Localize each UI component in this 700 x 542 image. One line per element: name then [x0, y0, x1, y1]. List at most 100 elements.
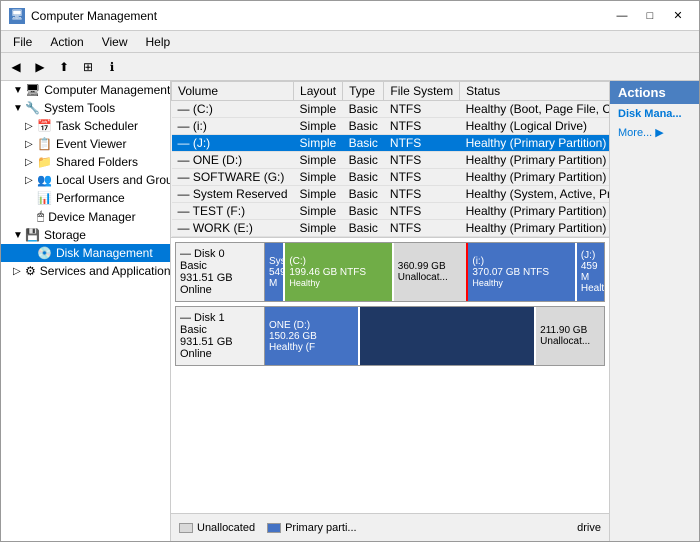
sidebar-item-storage[interactable]: ▼ 💾 Storage — [1, 226, 170, 244]
disk0-part-unalloc[interactable]: 360.99 GB Unallocat... — [394, 243, 469, 301]
actions-panel: Actions Disk Mana... More... ▶ — [609, 81, 699, 541]
disk0-part-i[interactable]: (i:) 370.07 GB NTFS Healthy — [468, 243, 576, 301]
col-type: Type — [343, 82, 384, 101]
disk0-status: Online — [180, 284, 260, 296]
disk-area: — Disk 0 Basic 931.51 GB Online Syster 5… — [171, 238, 609, 513]
actions-more-link[interactable]: More... ▶ — [610, 124, 699, 141]
table-row[interactable]: — WORK (E:) Simple Basic NTFS Healthy (P… — [172, 220, 610, 237]
sidebar-item-disk-management[interactable]: 💿 Disk Management — [1, 244, 170, 262]
cell-status: Healthy (Primary Partition) — [460, 152, 609, 169]
sidebar-label-shared: Shared Folders — [56, 155, 138, 169]
sidebar-label-event: Event Viewer — [56, 137, 126, 151]
expand-icon-task[interactable]: ▷ — [25, 121, 37, 132]
expand-icon-sys[interactable]: ▼ — [13, 103, 25, 114]
part-label-one: ONE (D:) — [269, 320, 354, 331]
expand-icon-svc[interactable]: ▷ — [13, 266, 25, 277]
sidebar-item-root[interactable]: ▼ 🖥 Computer Management (Local — [1, 81, 170, 99]
table-row[interactable]: — System Reserved Simple Basic NTFS Heal… — [172, 186, 610, 203]
part-size-j: 459 M — [581, 261, 600, 283]
legend-unalloc-box — [179, 523, 193, 533]
volume-table: Volume Layout Type File System Status — … — [171, 81, 609, 237]
table-row[interactable]: — (i:) Simple Basic NTFS Healthy (Logica… — [172, 118, 610, 135]
col-fs: File System — [384, 82, 460, 101]
cell-layout: Simple — [294, 220, 343, 237]
part-size-c: 199.46 GB NTFS — [289, 267, 387, 278]
sidebar-item-event-viewer[interactable]: ▷ 📋 Event Viewer — [1, 135, 170, 153]
sidebar-label-storage: Storage — [44, 228, 86, 242]
sidebar-item-shared-folders[interactable]: ▷ 📁 Shared Folders — [1, 153, 170, 171]
app-icon: 🖥 — [9, 8, 25, 24]
legend-primary-label: Primary parti... — [285, 522, 357, 534]
system-tools-icon: 🔧 — [25, 101, 40, 115]
cell-fs: NTFS — [384, 118, 460, 135]
cell-status: Healthy (Primary Partition) — [460, 203, 609, 220]
disk1-name: — Disk 1 — [180, 312, 260, 324]
toolbar-back[interactable]: ◀ — [5, 56, 27, 78]
minimize-button[interactable]: — — [609, 6, 635, 26]
sidebar-item-local-users[interactable]: ▷ 👥 Local Users and Groups — [1, 171, 170, 189]
legend-primary-box — [267, 523, 281, 533]
sidebar-label-users: Local Users and Groups — [56, 173, 171, 187]
cell-status: Healthy (System, Active, Primary Partiti… — [460, 186, 609, 203]
sidebar-item-performance[interactable]: 📊 Performance — [1, 189, 170, 207]
part-detail-unalloc: Unallocat... — [398, 272, 463, 283]
shared-icon: 📁 — [37, 155, 52, 169]
sidebar-item-system-tools[interactable]: ▼ 🔧 System Tools — [1, 99, 170, 117]
disk0-row: — Disk 0 Basic 931.51 GB Online Syster 5… — [175, 242, 605, 302]
part-detail-unalloc1: Unallocat... — [540, 336, 600, 347]
close-button[interactable]: ✕ — [665, 6, 691, 26]
part-size: 549 M — [269, 267, 279, 289]
cell-fs: NTFS — [384, 101, 460, 118]
expand-icon-shared[interactable]: ▷ — [25, 157, 37, 168]
disk1-type: Basic — [180, 324, 260, 336]
cell-volume: — (i:) — [172, 118, 294, 135]
sidebar-item-task-scheduler[interactable]: ▷ 📅 Task Scheduler — [1, 117, 170, 135]
menu-view[interactable]: View — [94, 33, 136, 51]
part-size-one: 150.26 GB — [269, 331, 354, 342]
cell-volume: — TEST (F:) — [172, 203, 294, 220]
expand-icon-event[interactable]: ▷ — [25, 139, 37, 150]
toolbar-show-hide[interactable]: ⊞ — [77, 56, 99, 78]
disk0-part-c[interactable]: (C:) 199.46 GB NTFS Healthy — [285, 243, 393, 301]
menu-action[interactable]: Action — [42, 33, 91, 51]
sidebar-label-root: Computer Management (Local — [44, 83, 171, 97]
main-content: ▼ 🖥 Computer Management (Local ▼ 🔧 Syste… — [1, 81, 699, 541]
menu-file[interactable]: File — [5, 33, 40, 51]
disk1-part-dark[interactable] — [360, 307, 536, 365]
main-window: 🖥 Computer Management — □ ✕ File Action … — [0, 0, 700, 542]
cell-fs: NTFS — [384, 135, 460, 152]
cell-fs: NTFS — [384, 203, 460, 220]
disk1-part-one[interactable]: ONE (D:) 150.26 GB Healthy (F — [265, 307, 360, 365]
table-row[interactable]: — (C:) Simple Basic NTFS Healthy (Boot, … — [172, 101, 610, 118]
part-detail-c: Healthy — [289, 278, 387, 288]
table-row[interactable]: — ONE (D:) Simple Basic NTFS Healthy (Pr… — [172, 152, 610, 169]
cell-volume: — (C:) — [172, 101, 294, 118]
table-row[interactable]: — TEST (F:) Simple Basic NTFS Healthy (P… — [172, 203, 610, 220]
sidebar-item-device-manager[interactable]: 🖱 Device Manager — [1, 207, 170, 226]
sidebar-label-system-tools: System Tools — [44, 101, 115, 115]
expand-icon-users[interactable]: ▷ — [25, 175, 37, 186]
actions-subheader[interactable]: Disk Mana... — [610, 104, 699, 124]
sidebar-label-services: Services and Applications — [40, 264, 171, 278]
cell-layout: Simple — [294, 169, 343, 186]
toolbar-forward[interactable]: ▶ — [29, 56, 51, 78]
expand-icon[interactable]: ▼ — [13, 85, 25, 96]
toolbar-up[interactable]: ⬆ — [53, 56, 75, 78]
cell-volume: — (J:) — [172, 135, 294, 152]
disk1-status: Online — [180, 348, 260, 360]
sidebar-item-services[interactable]: ▷ ⚙ Services and Applications — [1, 262, 170, 280]
root-icon: 🖥 — [25, 83, 40, 97]
disk1-part-unalloc[interactable]: 211.90 GB Unallocat... — [536, 307, 604, 365]
part-size-unalloc: 360.99 GB — [398, 261, 463, 272]
disk0-part-j[interactable]: (J:) 459 M Health — [577, 243, 604, 301]
maximize-button[interactable]: □ — [637, 6, 663, 26]
disk1-size: 931.51 GB — [180, 336, 260, 348]
table-row[interactable]: — SOFTWARE (G:) Simple Basic NTFS Health… — [172, 169, 610, 186]
legend-unalloc-label: Unallocated — [197, 522, 255, 534]
storage-icon: 💾 — [25, 228, 40, 242]
menu-help[interactable]: Help — [138, 33, 179, 51]
expand-icon-storage[interactable]: ▼ — [13, 230, 25, 241]
table-row[interactable]: — (J:) Simple Basic NTFS Healthy (Primar… — [172, 135, 610, 152]
disk0-part-system[interactable]: Syster 549 M — [265, 243, 285, 301]
toolbar-info[interactable]: ℹ — [101, 56, 123, 78]
